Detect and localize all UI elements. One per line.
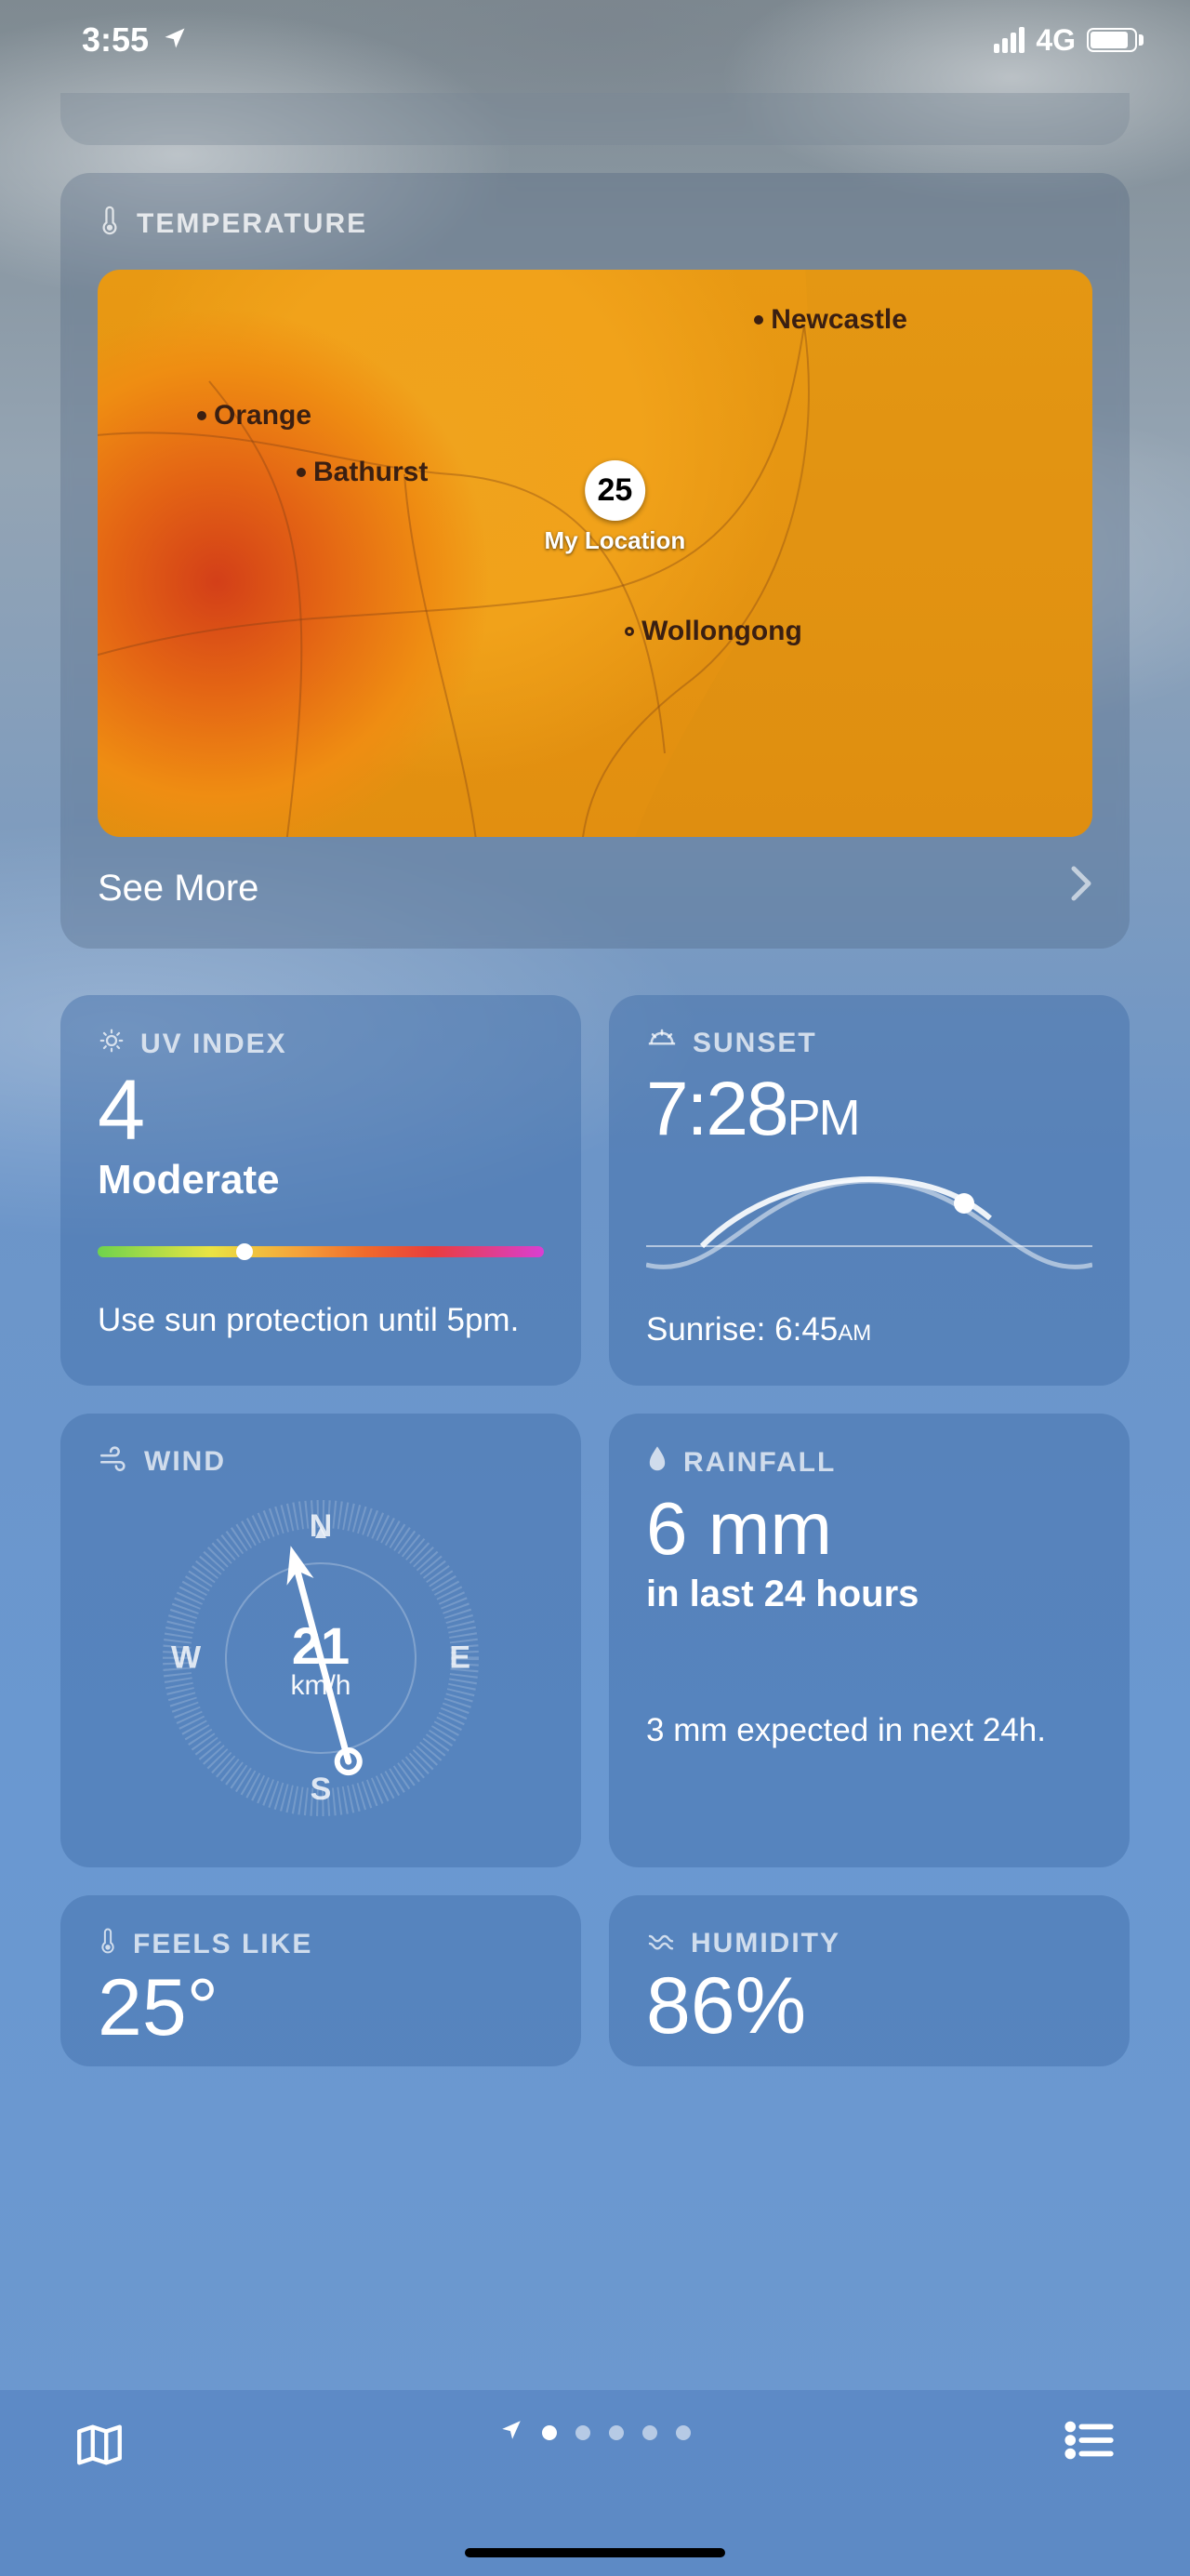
page-dot-1[interactable] bbox=[542, 2425, 557, 2440]
status-time: 3:55 bbox=[82, 20, 149, 60]
map-city-wollongong: Wollongong bbox=[625, 616, 802, 647]
humidity-tile[interactable]: HUMIDITY 86% bbox=[609, 1895, 1130, 2066]
feels-like-value: 25° bbox=[98, 1968, 544, 2048]
sun-icon bbox=[98, 1027, 126, 1062]
rainfall-label: RAINFALL bbox=[683, 1447, 836, 1479]
humidity-icon bbox=[646, 1927, 676, 1960]
uv-value: 4 bbox=[98, 1068, 544, 1153]
temperature-label: TEMPERATURE bbox=[137, 208, 367, 240]
location-page-icon[interactable] bbox=[499, 2418, 523, 2447]
rainfall-forecast: 3 mm expected in next 24h. bbox=[646, 1708, 1092, 1752]
thermometer-icon bbox=[98, 205, 122, 244]
rainfall-period: in last 24 hours bbox=[646, 1573, 1092, 1615]
sunset-label: SUNSET bbox=[693, 1028, 817, 1059]
humidity-value: 86% bbox=[646, 1966, 1092, 2046]
temperature-card[interactable]: TEMPERATURE Newcastle Orange Bathurst Wo… bbox=[60, 173, 1130, 949]
wind-tile[interactable]: WIND N S bbox=[60, 1414, 581, 1867]
uv-index-tile[interactable]: UV INDEX 4 Moderate Use sun protection u… bbox=[60, 995, 581, 1386]
battery-icon bbox=[1087, 28, 1144, 52]
pin-label: My Location bbox=[545, 526, 686, 555]
wind-label: WIND bbox=[144, 1446, 226, 1478]
page-dot-5[interactable] bbox=[676, 2425, 691, 2440]
humidity-label: HUMIDITY bbox=[691, 1928, 840, 1959]
uv-marker bbox=[236, 1243, 253, 1260]
feels-like-tile[interactable]: FEELS LIKE 25° bbox=[60, 1895, 581, 2066]
chevron-right-icon bbox=[1070, 865, 1092, 911]
uv-level: Moderate bbox=[98, 1157, 544, 1203]
status-bar: 3:55 4G bbox=[0, 0, 1190, 67]
uv-advice: Use sun protection until 5pm. bbox=[98, 1298, 544, 1342]
cellular-signal-icon bbox=[994, 27, 1025, 53]
wind-speed: 21 bbox=[292, 1615, 350, 1676]
list-button[interactable] bbox=[1064, 2418, 1117, 2467]
see-more-label: See More bbox=[98, 868, 258, 910]
thermometer-icon bbox=[98, 1927, 118, 1962]
droplet-icon bbox=[646, 1445, 668, 1481]
home-indicator[interactable] bbox=[465, 2548, 725, 2557]
sun-path-curve bbox=[646, 1162, 1092, 1293]
feels-like-label: FEELS LIKE bbox=[133, 1929, 312, 1960]
sunrise-line: Sunrise: 6:45AM bbox=[646, 1311, 1092, 1348]
sunset-icon bbox=[646, 1027, 678, 1060]
page-dot-4[interactable] bbox=[642, 2425, 657, 2440]
pin-temperature: 25 bbox=[597, 472, 632, 509]
rainfall-tile[interactable]: RAINFALL 6 mm in last 24 hours 3 mm expe… bbox=[609, 1414, 1130, 1867]
rainfall-value: 6 mm bbox=[646, 1486, 1092, 1572]
sunset-tile[interactable]: SUNSET 7:28PM Sunrise: 6:45AM bbox=[609, 995, 1130, 1386]
map-city-orange: Orange bbox=[197, 400, 311, 432]
map-my-location-pin[interactable]: 25 My Location bbox=[545, 460, 686, 555]
map-button[interactable] bbox=[73, 2418, 126, 2476]
uv-scale-bar bbox=[98, 1246, 544, 1257]
bottom-toolbar bbox=[0, 2390, 1190, 2576]
map-city-newcastle: Newcastle bbox=[754, 304, 907, 336]
previous-card-edge[interactable] bbox=[60, 93, 1130, 145]
location-services-icon bbox=[162, 20, 188, 60]
wind-compass: N S W E 21 km/h bbox=[149, 1486, 493, 1830]
page-dot-3[interactable] bbox=[609, 2425, 624, 2440]
wind-icon bbox=[98, 1445, 129, 1479]
page-dots[interactable] bbox=[499, 2418, 691, 2447]
page-dot-2[interactable] bbox=[575, 2425, 590, 2440]
see-more-row[interactable]: See More bbox=[98, 865, 1092, 911]
network-label: 4G bbox=[1036, 23, 1076, 58]
map-city-bathurst: Bathurst bbox=[297, 457, 428, 488]
sunset-time: 7:28PM bbox=[646, 1066, 1092, 1153]
temperature-map[interactable]: Newcastle Orange Bathurst Wollongong 25 … bbox=[98, 270, 1092, 837]
uv-label: UV INDEX bbox=[140, 1029, 287, 1060]
wind-unit: km/h bbox=[290, 1670, 350, 1702]
